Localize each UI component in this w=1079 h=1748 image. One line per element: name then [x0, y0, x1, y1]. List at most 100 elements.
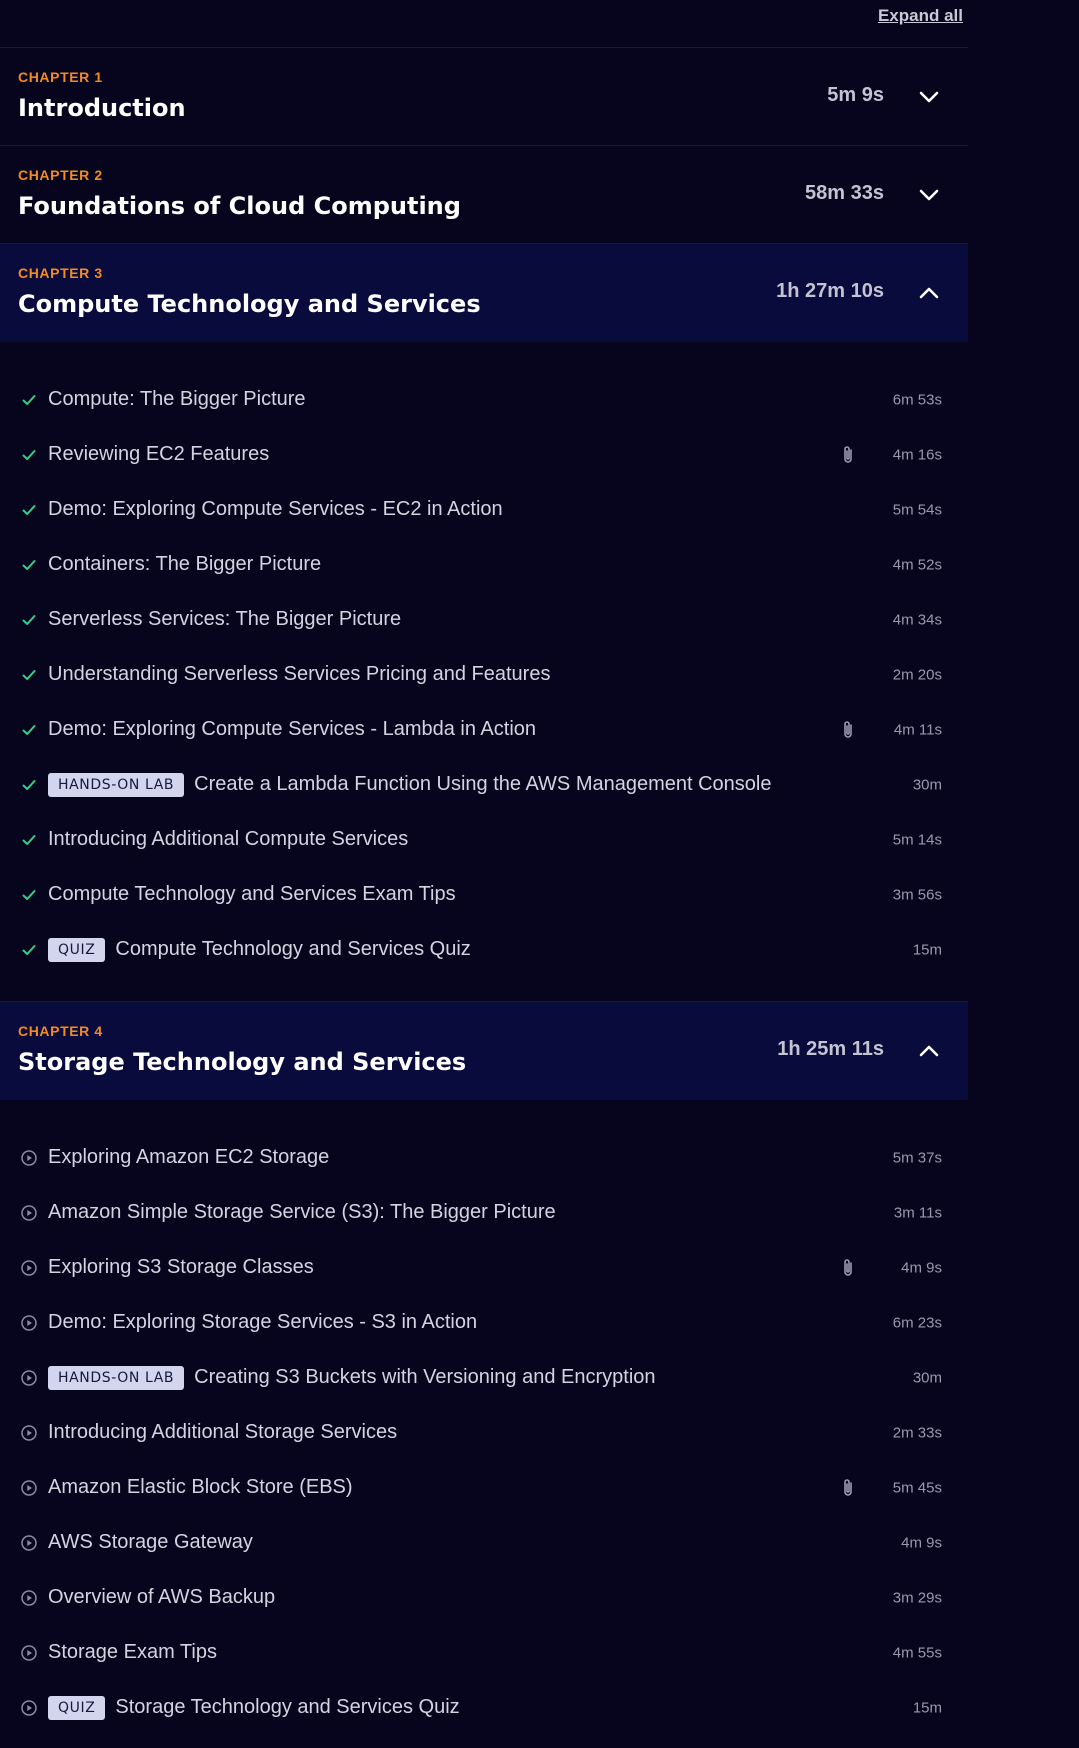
lesson-item[interactable]: Amazon Simple Storage Service (S3): The …: [0, 1185, 968, 1240]
chapter-label: CHAPTER 2: [18, 167, 103, 183]
lesson-item[interactable]: Reviewing EC2 Features 4m 16s: [0, 427, 968, 482]
lesson-body: Demo: Exploring Compute Services - Lambd…: [48, 702, 536, 757]
paperclip-icon[interactable]: [840, 444, 856, 466]
lesson-body: Amazon Elastic Block Store (EBS): [48, 1460, 353, 1515]
lesson-title[interactable]: Compute Technology and Services Exam Tip…: [48, 883, 456, 906]
lesson-item[interactable]: Exploring S3 Storage Classes 4m 9s: [0, 1240, 968, 1295]
chapter-header-3[interactable]: CHAPTER 3 Compute Technology and Services…: [0, 244, 968, 342]
chapter-header-1[interactable]: CHAPTER 1 Introduction 5m 9s: [0, 48, 968, 146]
lesson-body: Serverless Services: The Bigger Picture: [48, 592, 401, 647]
lesson-item[interactable]: Amazon Elastic Block Store (EBS) 5m 45s: [0, 1460, 968, 1515]
expand-all-link[interactable]: Expand all: [878, 6, 963, 26]
lesson-title[interactable]: Create a Lambda Function Using the AWS M…: [194, 773, 771, 796]
lesson-body: Exploring Amazon EC2 Storage: [48, 1130, 329, 1185]
lesson-duration: 2m 33s: [892, 1424, 942, 1441]
lesson-title[interactable]: Understanding Serverless Services Pricin…: [48, 663, 550, 686]
lesson-duration: 30m: [912, 776, 942, 793]
lesson-title[interactable]: Serverless Services: The Bigger Picture: [48, 608, 401, 631]
chapter-list: CHAPTER 1 Introduction 5m 9s CHAPTER 2 Found…: [0, 48, 968, 1748]
hands-on-lab-badge: HANDS-ON LAB: [48, 1365, 185, 1390]
lesson-title[interactable]: AWS Storage Gateway: [48, 1531, 253, 1554]
lesson-item[interactable]: Demo: Exploring Compute Services - EC2 i…: [0, 482, 968, 537]
lesson-item[interactable]: Overview of AWS Backup 3m 29s: [0, 1570, 968, 1625]
lesson-title[interactable]: Introducing Additional Storage Services: [48, 1421, 397, 1444]
lesson-duration: 3m 11s: [893, 1204, 942, 1221]
quiz-badge: QUIZ: [48, 1695, 106, 1720]
lesson-item[interactable]: Exploring Amazon EC2 Storage 5m 37s: [0, 1130, 968, 1185]
lesson-item[interactable]: Storage Exam Tips 4m 55s: [0, 1625, 968, 1680]
lesson-duration: 5m 45s: [892, 1479, 942, 1496]
lesson-title[interactable]: Amazon Simple Storage Service (S3): The …: [48, 1201, 556, 1224]
lesson-item[interactable]: Understanding Serverless Services Pricin…: [0, 647, 968, 702]
lesson-title[interactable]: Demo: Exploring Storage Services - S3 in…: [48, 1311, 477, 1334]
chevron-up-icon[interactable]: [918, 1040, 940, 1062]
lesson-body: AWS Storage Gateway: [48, 1515, 253, 1570]
lesson-title[interactable]: Creating S3 Buckets with Versioning and …: [194, 1366, 655, 1389]
play-circle-icon: [20, 1644, 38, 1662]
lesson-item[interactable]: QUIZ Compute Technology and Services Quiz…: [0, 922, 968, 977]
lesson-item[interactable]: Containers: The Bigger Picture 4m 52s: [0, 537, 968, 592]
lesson-title[interactable]: Demo: Exploring Compute Services - EC2 i…: [48, 498, 503, 521]
lesson-item[interactable]: Demo: Exploring Compute Services - Lambd…: [0, 702, 968, 757]
lesson-title[interactable]: Exploring S3 Storage Classes: [48, 1256, 314, 1279]
lesson-title[interactable]: Compute Technology and Services Quiz: [115, 938, 470, 961]
lesson-body: Introducing Additional Compute Services: [48, 812, 408, 867]
lesson-duration: 2m 20s: [892, 666, 942, 683]
paperclip-icon[interactable]: [840, 1257, 856, 1279]
play-circle-icon: [20, 1534, 38, 1552]
lesson-item[interactable]: AWS Storage Gateway 4m 9s: [0, 1515, 968, 1570]
lesson-title[interactable]: Amazon Elastic Block Store (EBS): [48, 1476, 353, 1499]
chevron-down-icon[interactable]: [918, 86, 940, 108]
lesson-body: QUIZ Compute Technology and Services Quiz: [48, 922, 471, 977]
lesson-title[interactable]: Compute: The Bigger Picture: [48, 388, 306, 411]
play-circle-icon: [20, 1259, 38, 1277]
chapter-title: Compute Technology and Services: [18, 290, 481, 318]
lesson-title[interactable]: Exploring Amazon EC2 Storage: [48, 1146, 329, 1169]
paperclip-icon[interactable]: [840, 719, 856, 741]
lesson-title[interactable]: Storage Exam Tips: [48, 1641, 217, 1664]
lesson-item[interactable]: Compute: The Bigger Picture 6m 53s: [0, 372, 968, 427]
lesson-body: Understanding Serverless Services Pricin…: [48, 647, 550, 702]
lesson-body: HANDS-ON LAB Creating S3 Buckets with Ver…: [48, 1350, 656, 1405]
lesson-item[interactable]: Demo: Exploring Storage Services - S3 in…: [0, 1295, 968, 1350]
lesson-item[interactable]: Serverless Services: The Bigger Picture 4…: [0, 592, 968, 647]
lesson-title[interactable]: Storage Technology and Services Quiz: [115, 1696, 459, 1719]
lesson-item[interactable]: HANDS-ON LAB Create a Lambda Function Usi…: [0, 757, 968, 812]
lesson-title[interactable]: Containers: The Bigger Picture: [48, 553, 321, 576]
lesson-body: Reviewing EC2 Features: [48, 427, 269, 482]
chapter-header-2[interactable]: CHAPTER 2 Foundations of Cloud Computing 5…: [0, 146, 968, 244]
lesson-item[interactable]: Compute Technology and Services Exam Tip…: [0, 867, 968, 922]
chapter-label: CHAPTER 4: [18, 1023, 103, 1039]
chapter-duration: 58m 33s: [805, 182, 884, 204]
lesson-duration: 4m 55s: [892, 1644, 942, 1661]
lesson-title[interactable]: Demo: Exploring Compute Services - Lambd…: [48, 718, 536, 741]
syllabus-toolbar: Expand all: [0, 0, 968, 48]
chapter-header-4[interactable]: CHAPTER 4 Storage Technology and Services…: [0, 1002, 968, 1100]
play-circle-icon: [20, 1424, 38, 1442]
lesson-duration: 30m: [912, 1369, 942, 1386]
lesson-duration: 15m: [912, 941, 942, 958]
chevron-down-icon[interactable]: [918, 184, 940, 206]
chapter-title: Storage Technology and Services: [18, 1048, 467, 1076]
lesson-item[interactable]: QUIZ Storage Technology and Services Quiz…: [0, 1680, 968, 1735]
paperclip-icon[interactable]: [840, 1477, 856, 1499]
chevron-up-icon[interactable]: [918, 282, 940, 304]
play-circle-icon: [20, 1149, 38, 1167]
lesson-body: Introducing Additional Storage Services: [48, 1405, 397, 1460]
lesson-title[interactable]: Overview of AWS Backup: [48, 1586, 275, 1609]
lesson-body: Storage Exam Tips: [48, 1625, 217, 1680]
lesson-body: HANDS-ON LAB Create a Lambda Function Usi…: [48, 757, 772, 812]
play-circle-icon: [20, 1369, 38, 1387]
lesson-title[interactable]: Reviewing EC2 Features: [48, 443, 269, 466]
lesson-body: Amazon Simple Storage Service (S3): The …: [48, 1185, 556, 1240]
play-circle-icon: [20, 1589, 38, 1607]
lesson-item[interactable]: Introducing Additional Storage Services 2…: [0, 1405, 968, 1460]
lesson-body: Demo: Exploring Compute Services - EC2 i…: [48, 482, 503, 537]
lesson-item[interactable]: HANDS-ON LAB Creating S3 Buckets with Ver…: [0, 1350, 968, 1405]
lesson-body: Exploring S3 Storage Classes: [48, 1240, 314, 1295]
chapter-title: Foundations of Cloud Computing: [18, 192, 461, 220]
lesson-body: Overview of AWS Backup: [48, 1570, 275, 1625]
lesson-item[interactable]: Introducing Additional Compute Services 5…: [0, 812, 968, 867]
play-circle-icon: [20, 1314, 38, 1332]
lesson-title[interactable]: Introducing Additional Compute Services: [48, 828, 408, 851]
